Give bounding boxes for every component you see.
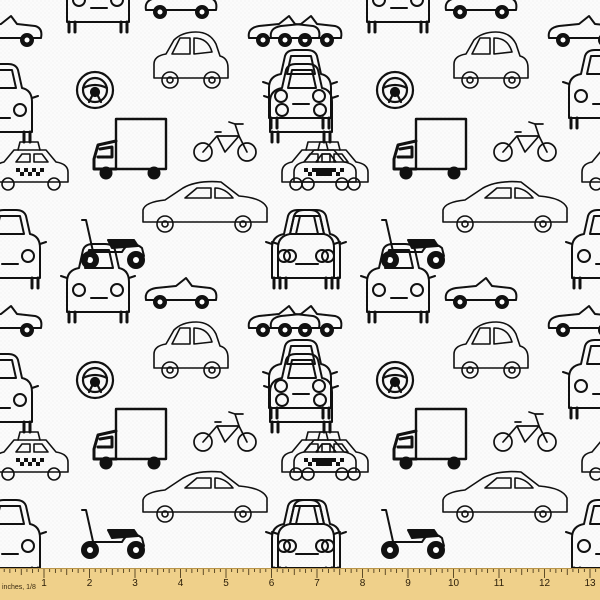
ruler-number: 9 [405, 578, 411, 589]
car-pattern [0, 0, 600, 568]
ruler-number: 7 [314, 578, 320, 589]
ruler-number: 3 [132, 578, 138, 589]
ruler-number: 13 [584, 578, 596, 589]
ruler-number: 6 [268, 578, 275, 589]
ruler-number: 10 [447, 578, 460, 589]
ruler-number: 12 [538, 578, 551, 589]
measuring-ruler: inches, 1/8 1 2 3 4 5 6 7 8 9 10 11 12 13 [0, 568, 600, 600]
fabric-swatch: inches, 1/8 1 2 3 4 5 6 7 8 9 10 11 12 13 [0, 0, 600, 600]
ruler-number: 11 [493, 578, 505, 589]
ruler-number: 4 [177, 578, 184, 589]
ruler-number: 1 [41, 578, 47, 589]
ruler-number: 2 [86, 578, 93, 589]
ruler-number: 5 [223, 578, 229, 589]
ruler-unit-label: inches, 1/8 [2, 584, 36, 591]
ruler-number: 8 [359, 578, 366, 589]
